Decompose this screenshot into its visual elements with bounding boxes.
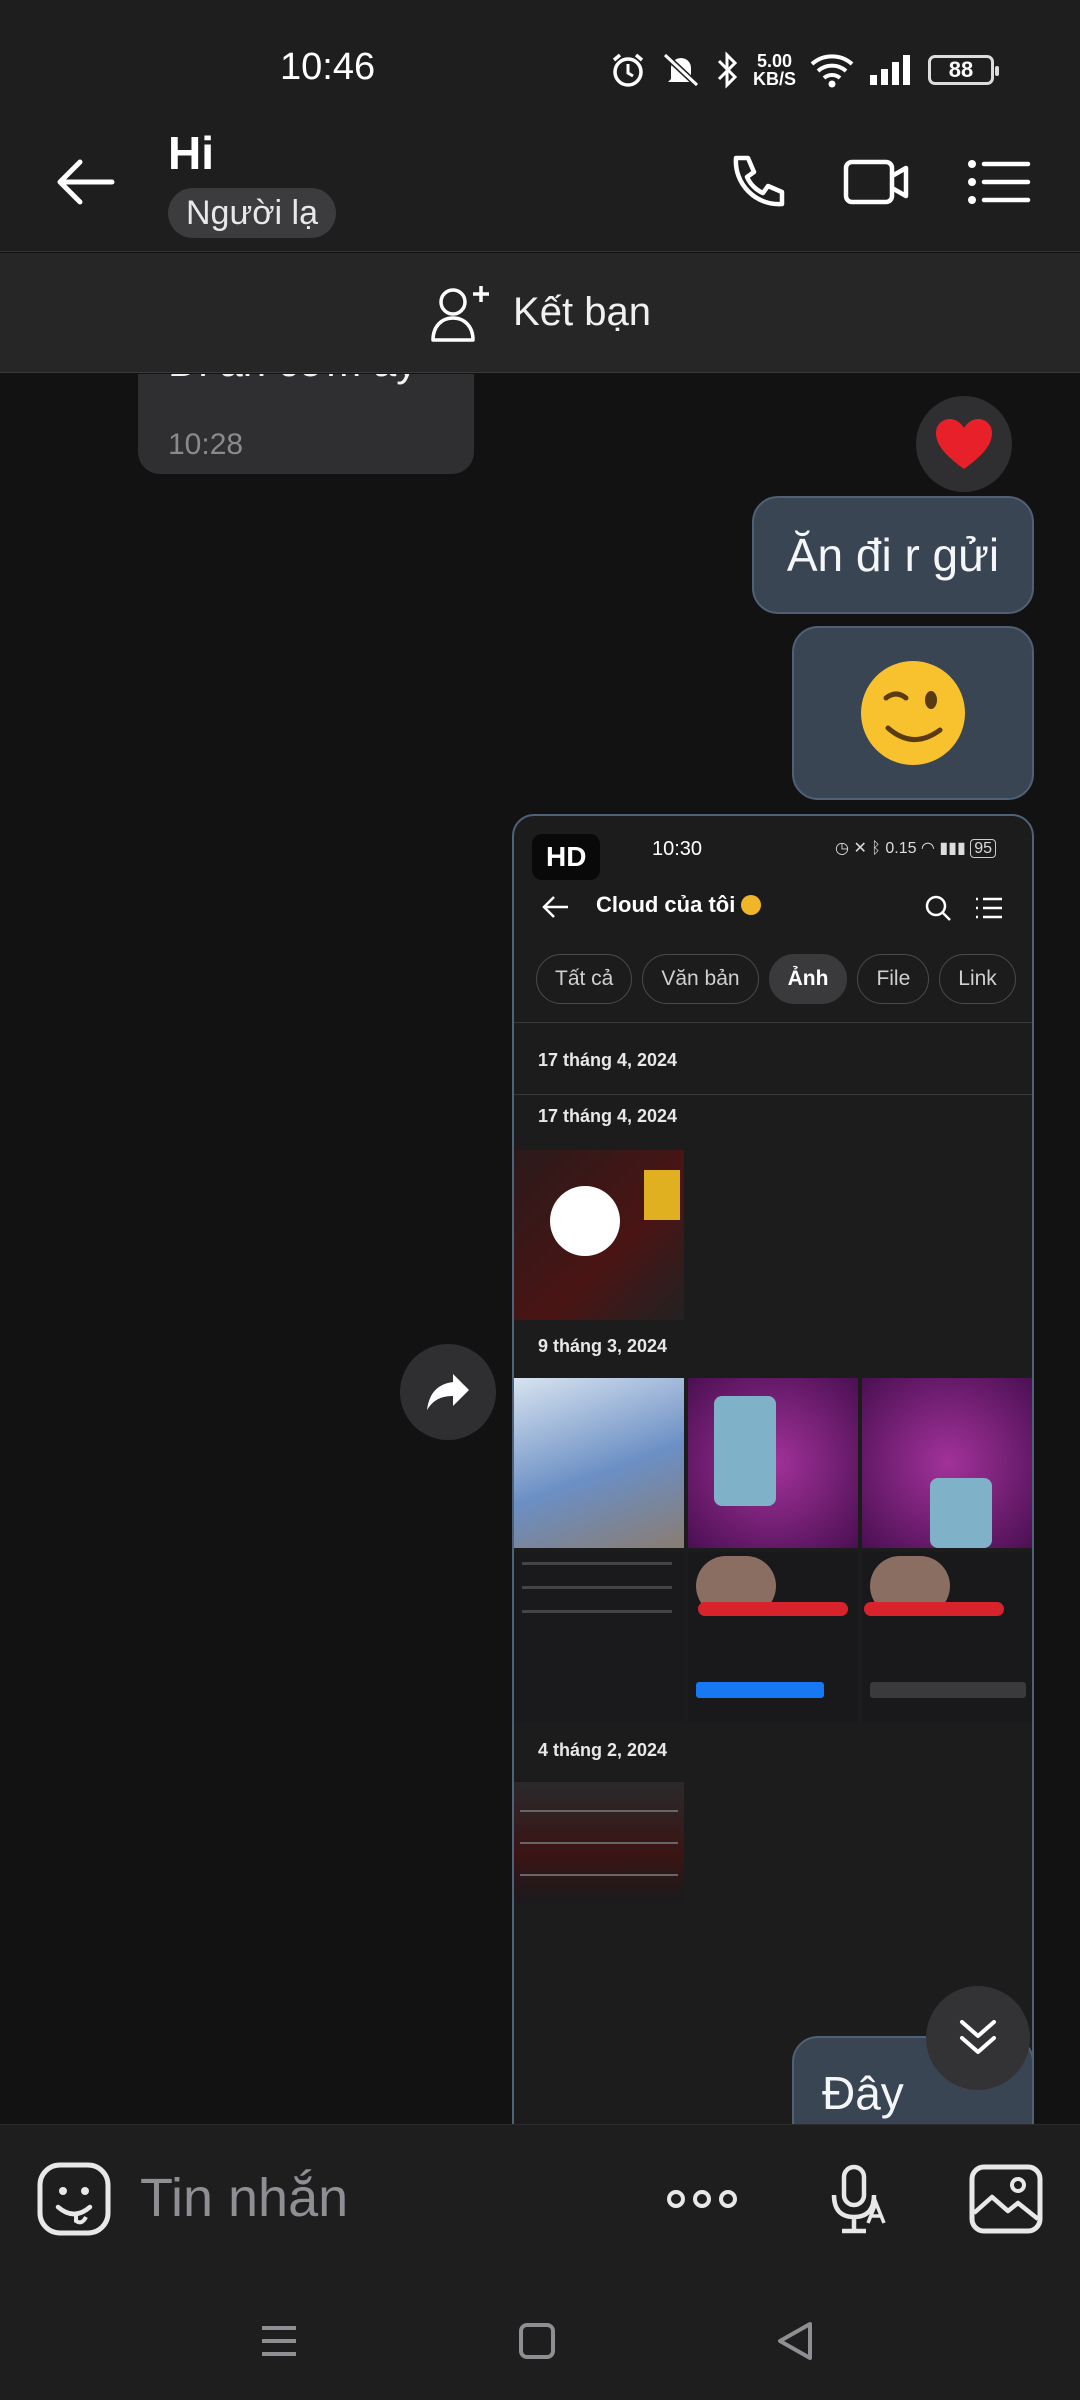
alarm-icon	[612, 53, 644, 87]
date-header: 17 tháng 4, 2024	[538, 1050, 678, 1070]
date-header: 9 tháng 3, 2024	[538, 1336, 668, 1356]
heart-icon	[936, 419, 992, 469]
heart-reaction[interactable]	[916, 396, 1012, 492]
menu-list-icon[interactable]	[964, 150, 1034, 214]
scroll-to-bottom-button[interactable]	[926, 1986, 1030, 2090]
photo-thumbnail	[514, 1552, 684, 1722]
message-time: 10:28	[168, 428, 244, 461]
divider	[514, 1022, 1032, 1023]
add-friend-label: Kết bạn	[513, 290, 651, 334]
bluetooth-icon	[717, 51, 738, 89]
date-header: 17 tháng 4, 2024	[538, 1106, 678, 1126]
menu-list-icon	[976, 897, 1002, 919]
photo-thumbnail	[514, 1782, 684, 1902]
status-time: 10:46	[280, 46, 376, 88]
message-list[interactable]: Đi ăn cơm ấy 10:28 Ăn đi r gửi 10:30 ◷ ✕…	[0, 374, 1080, 2124]
photo-thumbnail	[514, 1150, 684, 1320]
divider	[514, 1094, 1032, 1095]
image-icon[interactable]	[968, 2161, 1044, 2237]
date-header: 4 tháng 2, 2024	[538, 1740, 668, 1760]
network-speed: 5.00 KB/S	[752, 51, 796, 89]
photo-thumbnail	[862, 1552, 1032, 1722]
mute-icon	[662, 52, 700, 88]
outgoing-message[interactable]: Ăn đi r gửi	[752, 496, 1034, 614]
add-friend-button[interactable]: Kết bạn	[0, 253, 1080, 373]
recent-apps-icon[interactable]	[254, 2316, 304, 2366]
system-nav-bar	[0, 2274, 1080, 2400]
search-icon	[925, 895, 951, 921]
more-icon[interactable]	[664, 2161, 740, 2237]
phone-icon[interactable]	[722, 150, 792, 214]
battery-icon: 88	[928, 55, 999, 85]
shared-image[interactable]: 10:30 ◷ ✕ ᛒ 0.15 ◠ ▮▮▮ 95 HD Cloud của t…	[512, 814, 1034, 2124]
home-icon[interactable]	[512, 2316, 562, 2366]
status-icons: 5.00 KB/S 88	[609, 50, 999, 90]
sticker-icon[interactable]	[36, 2161, 112, 2237]
double-chevron-down-icon	[960, 2020, 996, 2054]
hd-badge: HD	[532, 834, 601, 880]
message-text: Đi ăn cơm ấy	[168, 374, 417, 386]
chip-all: Tất cả	[536, 954, 633, 1004]
image-header: Cloud của tôi	[514, 876, 1032, 938]
status-bar: 10:46 5.00 KB/S 88	[0, 0, 1080, 110]
chip-photo: Ảnh	[768, 954, 848, 1004]
stranger-badge: Người lạ	[168, 188, 336, 238]
photo-thumbnail	[688, 1378, 858, 1548]
add-person-icon	[431, 285, 490, 342]
chip-file: File	[857, 954, 930, 1004]
voice-to-text-icon[interactable]	[818, 2161, 894, 2237]
back-icon[interactable]	[770, 2316, 820, 2366]
signal-icon	[870, 55, 910, 85]
back-arrow-icon	[542, 896, 568, 918]
wifi-icon	[810, 54, 854, 88]
winking-face-icon	[861, 661, 965, 765]
photo-thumbnail	[514, 1378, 684, 1548]
outgoing-emoji-message[interactable]	[792, 626, 1034, 800]
chip-text: Văn bản	[642, 954, 759, 1004]
chip-link: Link	[939, 954, 1016, 1004]
image-status-icons: ◷ ✕ ᛒ 0.15 ◠ ▮▮▮ 95	[835, 838, 996, 858]
share-button[interactable]	[400, 1344, 496, 1440]
share-arrow-icon	[427, 1374, 469, 1410]
chat-header: Hi Người lạ	[0, 110, 1080, 252]
video-call-icon[interactable]	[842, 150, 912, 214]
message-input-bar: Tin nhắn	[0, 2124, 1080, 2274]
filter-chips: Tất cả Văn bản Ảnh File Link	[536, 954, 1016, 1004]
photo-thumbnail	[862, 1378, 1032, 1548]
back-arrow-icon[interactable]	[50, 150, 120, 214]
incoming-message[interactable]: Đi ăn cơm ấy 10:28	[138, 374, 474, 474]
chat-title[interactable]: Hi	[168, 126, 214, 180]
photo-thumbnail	[688, 1552, 858, 1722]
verified-icon	[741, 895, 762, 915]
message-input[interactable]: Tin nhắn	[140, 2167, 348, 2229]
